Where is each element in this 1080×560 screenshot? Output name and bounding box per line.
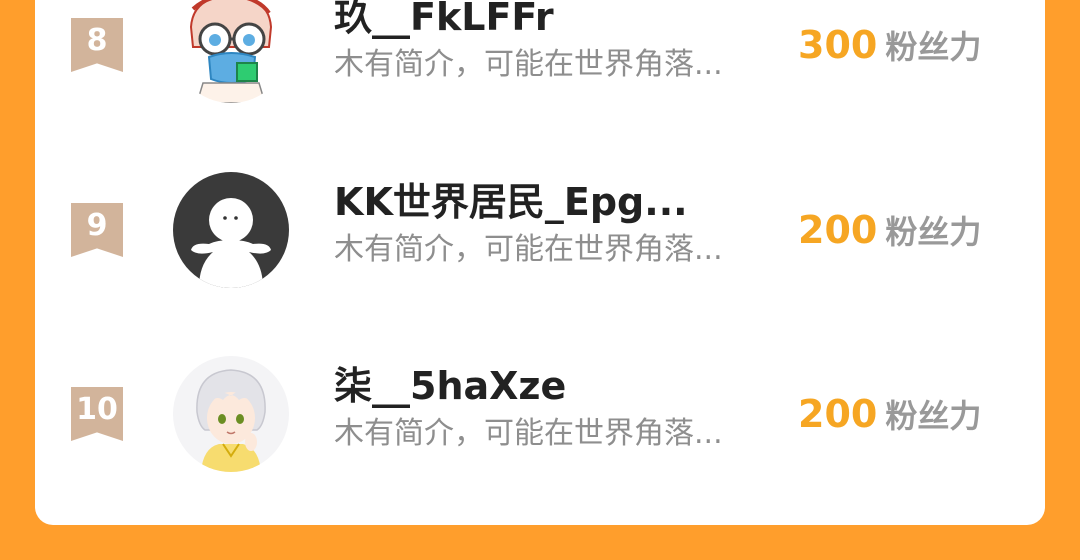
score-value: 300	[798, 23, 878, 67]
fan-power-score: 200 粉丝力	[798, 207, 981, 261]
fan-power-score: 300 粉丝力	[798, 22, 981, 76]
rank-badge: 10	[71, 387, 123, 441]
fan-power-score: 200 粉丝力	[798, 391, 981, 445]
ranking-card: 8 玖__FkLFFr 木有简介，可能在世界角落... 300 粉丝力 9 KK…	[35, 0, 1045, 525]
user-name[interactable]: 玖__FkLFFr	[334, 0, 774, 40]
score-value: 200	[798, 392, 878, 436]
default-dark-avatar-icon	[173, 172, 289, 288]
ranking-row[interactable]: 10 柒__5haXze 木有简介，可能在世界角落... 200 粉丝力	[35, 339, 1045, 489]
user-name[interactable]: KK世界居民_Epg...	[334, 179, 774, 225]
user-bio: 木有简介，可能在世界角落...	[334, 416, 723, 451]
user-bio: 木有简介，可能在世界角落...	[334, 47, 723, 82]
ranking-row[interactable]: 8 玖__FkLFFr 木有简介，可能在世界角落... 300 粉丝力	[35, 0, 1045, 120]
ranking-row[interactable]: 9 KK世界居民_Epg... 木有简介，可能在世界角落... 200 粉丝力	[35, 155, 1045, 305]
rank-badge: 9	[71, 203, 123, 257]
user-name[interactable]: 柒__5haXze	[334, 363, 774, 409]
score-value: 200	[798, 208, 878, 252]
cartoon-boy-glasses-icon	[173, 0, 289, 103]
avatar[interactable]	[173, 356, 289, 472]
avatar[interactable]	[173, 172, 289, 288]
user-bio: 木有简介，可能在世界角落...	[334, 232, 723, 267]
avatar[interactable]	[173, 0, 289, 103]
score-unit: 粉丝力	[885, 213, 982, 251]
anime-boy-avatar-icon	[173, 356, 289, 472]
rank-badge: 8	[71, 18, 123, 72]
score-unit: 粉丝力	[885, 397, 982, 435]
score-unit: 粉丝力	[885, 28, 982, 66]
